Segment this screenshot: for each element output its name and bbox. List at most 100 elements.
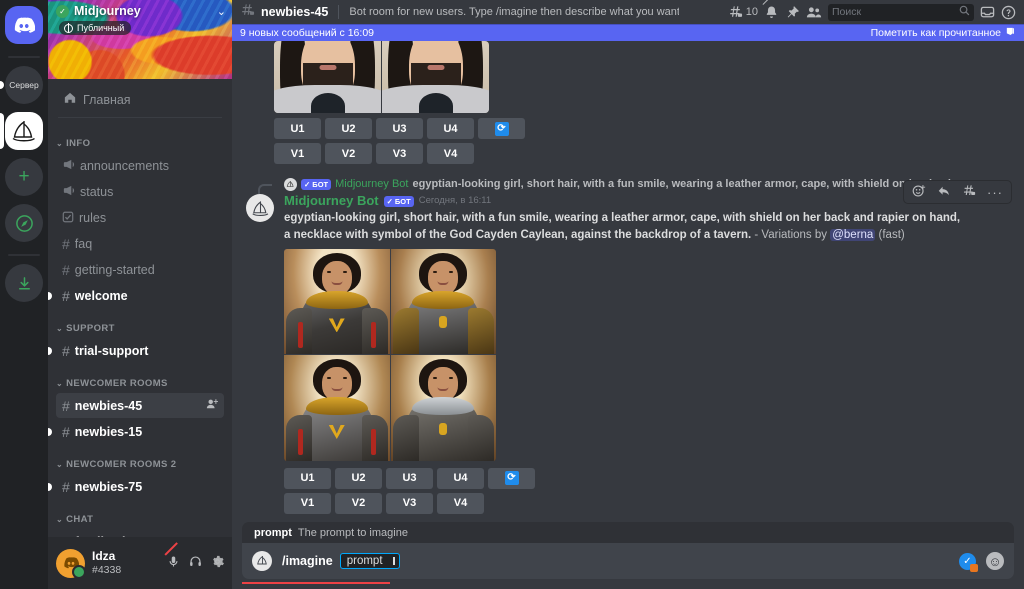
button-v4[interactable]: V4 (427, 143, 474, 164)
generated-image-v1[interactable] (284, 248, 390, 355)
category-newcomer-rooms-2-label: NEWCOMER ROOMS 2 (66, 459, 177, 470)
button-v1[interactable]: V1 (274, 143, 321, 164)
generated-image-v4[interactable] (390, 355, 496, 461)
pin-icon[interactable] (785, 5, 800, 20)
members-icon[interactable] (806, 5, 822, 20)
chevron-down-icon: ⌄ (56, 139, 64, 148)
button-u1[interactable]: U1 (274, 118, 321, 139)
sidebar-item-getting-started-label: getting-started (74, 262, 155, 277)
button-v2[interactable]: V2 (325, 143, 372, 164)
emoji-icon[interactable]: ☺ (986, 552, 1004, 570)
sidebar-item-trial-support[interactable]: # trial-support (56, 338, 224, 363)
image-detail (326, 377, 347, 380)
generated-image-1[interactable] (274, 41, 381, 113)
image-grid-main[interactable] (284, 248, 496, 461)
sidebar-item-home[interactable]: Главная (56, 87, 224, 112)
command-option-pill[interactable]: prompt (339, 553, 400, 569)
server-rail-item-download[interactable] (0, 264, 48, 302)
server-rail-item-server1[interactable]: Сервер (0, 66, 48, 104)
button-u1-main[interactable]: U1 (284, 467, 331, 489)
message-list[interactable]: U1 U2 U3 U4 ⟳ V1 V2 V3 V4 ✓ БОТ Midjourn… (232, 41, 1024, 522)
channel-title: newbies-45 (261, 5, 329, 19)
category-info[interactable]: ⌄ INFO (48, 124, 232, 152)
command-validation-underline (242, 582, 390, 584)
server-rail-item-discord-home[interactable] (0, 6, 48, 44)
settings-gear-icon[interactable] (211, 555, 224, 571)
reply-preview[interactable]: ✓ БОТ Midjourney Bot egyptian-looking gi… (242, 176, 1014, 192)
user-tag: #4338 (92, 563, 122, 576)
generated-image-2[interactable] (382, 41, 489, 113)
server-banner[interactable]: ✓ Midjourney ⌄ Публичный (48, 0, 232, 79)
category-support[interactable]: ⌄ SUPPORT (48, 309, 232, 337)
midjourney-app-icon[interactable]: ✓ (959, 552, 978, 572)
create-thread-icon[interactable] (962, 184, 976, 201)
button-u4-main[interactable]: U4 (437, 467, 484, 489)
button-u2[interactable]: U2 (325, 118, 372, 139)
button-u3-main[interactable]: U3 (386, 467, 433, 489)
sidebar-item-status[interactable]: status (56, 179, 224, 204)
server-header[interactable]: ✓ Midjourney ⌄ (56, 4, 226, 18)
sidebar-item-faq[interactable]: # faq (56, 231, 224, 256)
image-detail (392, 414, 419, 461)
sidebar-item-welcome[interactable]: # welcome (56, 283, 224, 308)
sidebar-item-newbies-15[interactable]: # newbies-15 (56, 419, 224, 444)
sidebar-item-getting-started[interactable]: # getting-started (56, 257, 224, 282)
generated-image-v2[interactable] (390, 248, 496, 355)
message-author[interactable]: Midjourney Bot (284, 193, 379, 208)
button-refresh[interactable]: ⟳ (478, 118, 525, 139)
image-detail (370, 428, 376, 455)
add-member-icon[interactable] (206, 398, 219, 413)
button-u3[interactable]: U3 (376, 118, 423, 139)
new-messages-text: 9 новых сообщений с 16:09 (240, 26, 374, 39)
image-detail (321, 367, 352, 402)
message-avatar[interactable] (246, 194, 274, 222)
button-v3-main[interactable]: V3 (386, 492, 433, 514)
image-grid-top[interactable] (274, 41, 489, 113)
user-avatar[interactable] (56, 548, 86, 579)
sidebar-item-announcements[interactable]: announcements (56, 153, 224, 178)
button-v4-main[interactable]: V4 (437, 492, 484, 514)
button-v3[interactable]: V3 (376, 143, 423, 164)
mention-berna[interactable]: @berna (830, 228, 876, 241)
search-input[interactable]: Поиск (828, 3, 974, 21)
image-detail (370, 322, 376, 349)
mic-muted-icon[interactable] (167, 555, 180, 571)
image-detail (310, 93, 345, 113)
help-icon[interactable] (1001, 5, 1016, 20)
sidebar-item-rules[interactable]: rules (56, 205, 224, 230)
category-newcomer-rooms[interactable]: ⌄ NEWCOMER ROOMS (48, 364, 232, 392)
button-refresh-main[interactable]: ⟳ (488, 467, 535, 489)
server-rail-item-add-server[interactable]: + (0, 158, 48, 196)
sidebar-item-newbies-75[interactable]: # newbies-75 (56, 474, 224, 499)
add-reaction-icon[interactable] (912, 184, 926, 201)
inbox-icon[interactable] (980, 5, 995, 20)
button-v2-main[interactable]: V2 (335, 492, 382, 514)
server-rail-item-explore[interactable] (0, 204, 48, 242)
headphones-icon[interactable] (189, 555, 202, 571)
sidebar-item-rules-label: rules (79, 210, 107, 225)
button-u4[interactable]: U4 (427, 118, 474, 139)
message-composer[interactable]: /imagine prompt ✓ ☺ (242, 543, 1014, 584)
sidebar-item-newbies-45[interactable]: # newbies-45 (56, 393, 224, 418)
composer-app-avatar (252, 551, 272, 571)
reply-author[interactable]: Midjourney Bot (335, 178, 408, 190)
button-v1-main[interactable]: V1 (284, 492, 331, 514)
category-chat[interactable]: ⌄ CHAT (48, 500, 232, 528)
server-rail-item-midjourney[interactable] (0, 112, 48, 150)
chevron-down-icon[interactable]: ⌄ (217, 5, 226, 18)
generated-image-v3[interactable] (284, 355, 390, 461)
notification-off-icon[interactable] (764, 5, 779, 20)
more-options-icon[interactable]: ··· (987, 185, 1003, 200)
threads-button[interactable]: 10 (728, 5, 758, 20)
image-detail (427, 65, 444, 70)
channel-topic[interactable]: Bot room for new users. Type /imagine th… (349, 6, 679, 18)
mark-read-button[interactable]: Пометить как прочитанное (871, 26, 1016, 40)
sidebar-item-feedback[interactable]: # feedback (56, 529, 224, 538)
upscale-buttons-row-main: U1 U2 U3 U4 ⟳ (242, 461, 1014, 489)
channel-list[interactable]: Главная ⌄ INFO announcements status rule… (48, 79, 232, 537)
button-u2-main[interactable]: U2 (335, 467, 382, 489)
new-messages-banner[interactable]: 9 новых сообщений с 16:09 Пометить как п… (232, 24, 1024, 41)
reply-icon[interactable] (937, 184, 951, 201)
category-newcomer-rooms-2[interactable]: ⌄ NEWCOMER ROOMS 2 (48, 445, 232, 473)
rail-divider (8, 56, 40, 58)
